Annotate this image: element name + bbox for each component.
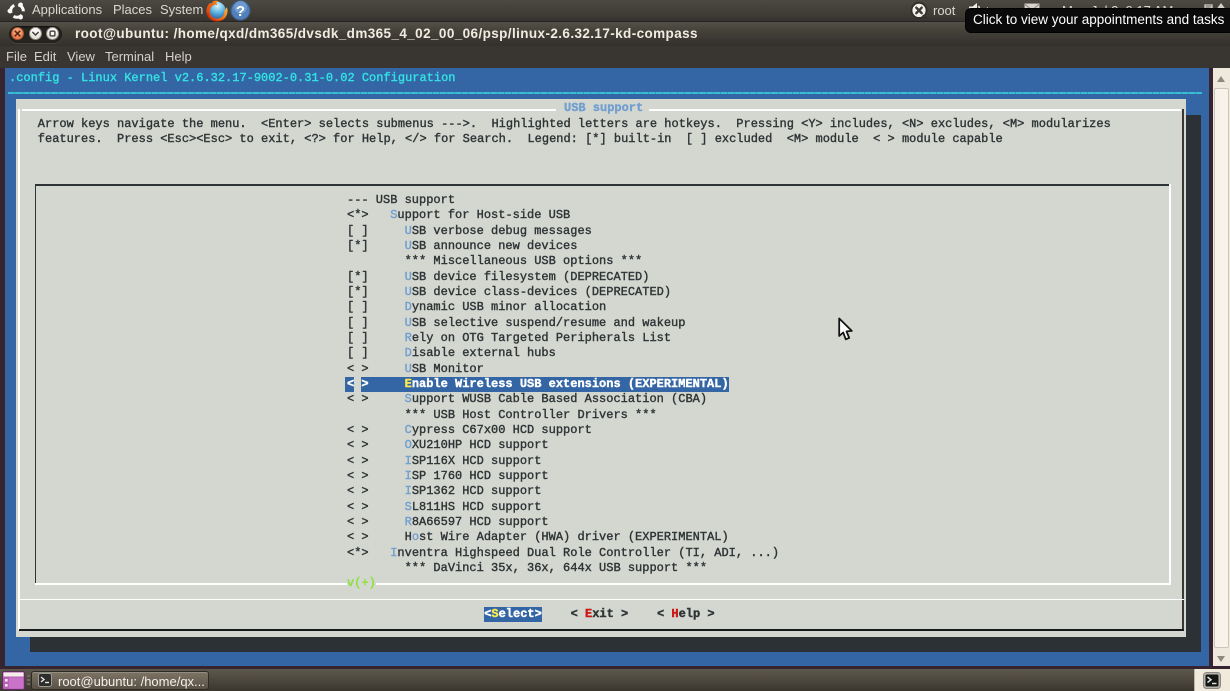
svg-text:?: ? [236,3,245,20]
